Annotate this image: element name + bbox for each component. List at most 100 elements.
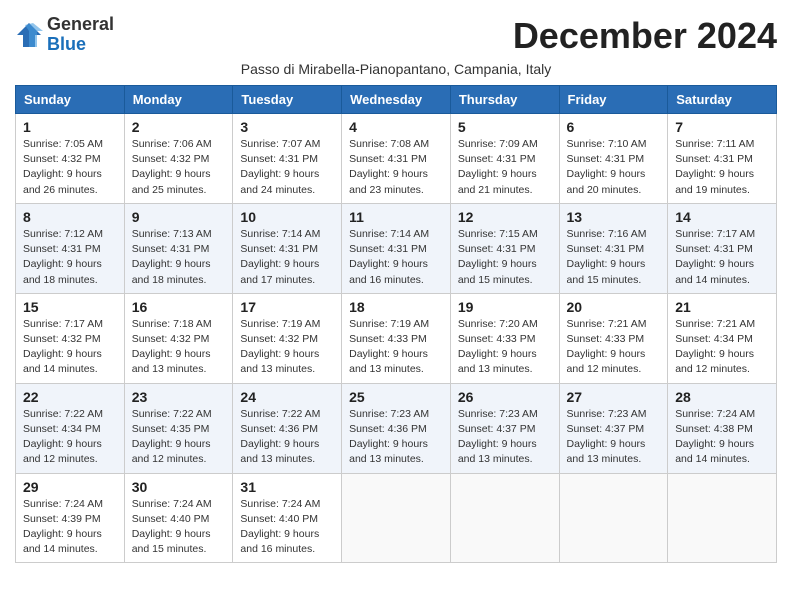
cell-info: Sunrise: 7:22 AMSunset: 4:34 PMDaylight:… (23, 407, 117, 468)
day-number: 12 (458, 209, 552, 225)
calendar-cell: 20Sunrise: 7:21 AMSunset: 4:33 PMDayligh… (559, 293, 668, 383)
day-number: 19 (458, 299, 552, 315)
day-number: 29 (23, 479, 117, 495)
calendar-table: SundayMondayTuesdayWednesdayThursdayFrid… (15, 85, 777, 563)
day-number: 28 (675, 389, 769, 405)
cell-info: Sunrise: 7:06 AMSunset: 4:32 PMDaylight:… (132, 137, 226, 198)
cell-info: Sunrise: 7:24 AMSunset: 4:38 PMDaylight:… (675, 407, 769, 468)
calendar-cell: 17Sunrise: 7:19 AMSunset: 4:32 PMDayligh… (233, 293, 342, 383)
day-number: 8 (23, 209, 117, 225)
day-number: 31 (240, 479, 334, 495)
day-number: 1 (23, 119, 117, 135)
cell-info: Sunrise: 7:23 AMSunset: 4:37 PMDaylight:… (458, 407, 552, 468)
cell-info: Sunrise: 7:18 AMSunset: 4:32 PMDaylight:… (132, 317, 226, 378)
calendar-cell: 5 Sunrise: 7:09 AMSunset: 4:31 PMDaylight… (450, 114, 559, 204)
day-number: 13 (567, 209, 661, 225)
cell-info: Sunrise: 7:17 AMSunset: 4:32 PMDaylight:… (23, 317, 117, 378)
day-number: 9 (132, 209, 226, 225)
calendar-cell: 22Sunrise: 7:22 AMSunset: 4:34 PMDayligh… (16, 383, 125, 473)
day-number: 16 (132, 299, 226, 315)
calendar-cell: 30 Sunrise: 7:24 AMSunset: 4:40 PMDayligh… (124, 473, 233, 563)
cell-info: Sunrise: 7:14 AMSunset: 4:31 PMDaylight:… (349, 227, 443, 288)
calendar-cell: 21 Sunrise: 7:21 AMSunset: 4:34 PMDayligh… (668, 293, 777, 383)
logo-general: General (47, 15, 114, 35)
calendar-body: 1 Sunrise: 7:05 AMSunset: 4:32 PMDaylight… (16, 114, 777, 563)
logo-blue: Blue (47, 35, 114, 55)
cell-info: Sunrise: 7:23 AMSunset: 4:37 PMDaylight:… (567, 407, 661, 468)
calendar-cell: 13 Sunrise: 7:16 AMSunset: 4:31 PMDayligh… (559, 203, 668, 293)
day-number: 5 (458, 119, 552, 135)
day-number: 27 (567, 389, 661, 405)
calendar-cell: 19Sunrise: 7:20 AMSunset: 4:33 PMDayligh… (450, 293, 559, 383)
calendar-cell: 4Sunrise: 7:08 AMSunset: 4:31 PMDaylight… (342, 114, 451, 204)
cell-info: Sunrise: 7:17 AMSunset: 4:31 PMDaylight:… (675, 227, 769, 288)
cell-info: Sunrise: 7:15 AMSunset: 4:31 PMDaylight:… (458, 227, 552, 288)
day-number: 2 (132, 119, 226, 135)
day-number: 11 (349, 209, 443, 225)
subtitle: Passo di Mirabella-Pianopantano, Campani… (15, 61, 777, 77)
calendar-cell: 2 Sunrise: 7:06 AMSunset: 4:32 PMDaylight… (124, 114, 233, 204)
calendar-cell: 23 Sunrise: 7:22 AMSunset: 4:35 PMDayligh… (124, 383, 233, 473)
calendar-cell: 29Sunrise: 7:24 AMSunset: 4:39 PMDayligh… (16, 473, 125, 563)
day-number: 21 (675, 299, 769, 315)
col-header-saturday: Saturday (668, 86, 777, 114)
col-header-tuesday: Tuesday (233, 86, 342, 114)
cell-info: Sunrise: 7:21 AMSunset: 4:34 PMDaylight:… (675, 317, 769, 378)
day-number: 23 (132, 389, 226, 405)
calendar-cell: 18 Sunrise: 7:19 AMSunset: 4:33 PMDayligh… (342, 293, 451, 383)
month-title: December 2024 (513, 15, 777, 57)
calendar-cell: 31Sunrise: 7:24 AMSunset: 4:40 PMDayligh… (233, 473, 342, 563)
day-number: 25 (349, 389, 443, 405)
calendar-cell: 15 Sunrise: 7:17 AMSunset: 4:32 PMDayligh… (16, 293, 125, 383)
logo-text: General Blue (47, 15, 114, 55)
col-header-wednesday: Wednesday (342, 86, 451, 114)
calendar-week-row: 1 Sunrise: 7:05 AMSunset: 4:32 PMDaylight… (16, 114, 777, 204)
calendar-cell: 12 Sunrise: 7:15 AMSunset: 4:31 PMDayligh… (450, 203, 559, 293)
calendar-cell: 14 Sunrise: 7:17 AMSunset: 4:31 PMDayligh… (668, 203, 777, 293)
day-number: 4 (349, 119, 443, 135)
day-number: 6 (567, 119, 661, 135)
calendar-cell (559, 473, 668, 563)
cell-info: Sunrise: 7:19 AMSunset: 4:33 PMDaylight:… (349, 317, 443, 378)
calendar-cell: 9Sunrise: 7:13 AMSunset: 4:31 PMDaylight… (124, 203, 233, 293)
cell-info: Sunrise: 7:16 AMSunset: 4:31 PMDaylight:… (567, 227, 661, 288)
calendar-cell: 8 Sunrise: 7:12 AMSunset: 4:31 PMDaylight… (16, 203, 125, 293)
day-number: 14 (675, 209, 769, 225)
calendar-cell: 3 Sunrise: 7:07 AMSunset: 4:31 PMDaylight… (233, 114, 342, 204)
col-header-thursday: Thursday (450, 86, 559, 114)
logo-icon (15, 21, 43, 49)
calendar-cell: 1 Sunrise: 7:05 AMSunset: 4:32 PMDaylight… (16, 114, 125, 204)
calendar-week-row: 29Sunrise: 7:24 AMSunset: 4:39 PMDayligh… (16, 473, 777, 563)
calendar-cell: 28 Sunrise: 7:24 AMSunset: 4:38 PMDayligh… (668, 383, 777, 473)
cell-info: Sunrise: 7:22 AMSunset: 4:35 PMDaylight:… (132, 407, 226, 468)
calendar-cell: 24Sunrise: 7:22 AMSunset: 4:36 PMDayligh… (233, 383, 342, 473)
day-number: 7 (675, 119, 769, 135)
cell-info: Sunrise: 7:05 AMSunset: 4:32 PMDaylight:… (23, 137, 117, 198)
calendar-week-row: 8 Sunrise: 7:12 AMSunset: 4:31 PMDaylight… (16, 203, 777, 293)
calendar-cell: 6 Sunrise: 7:10 AMSunset: 4:31 PMDaylight… (559, 114, 668, 204)
calendar-cell: 10Sunrise: 7:14 AMSunset: 4:31 PMDayligh… (233, 203, 342, 293)
calendar-cell: 16 Sunrise: 7:18 AMSunset: 4:32 PMDayligh… (124, 293, 233, 383)
calendar-week-row: 15 Sunrise: 7:17 AMSunset: 4:32 PMDayligh… (16, 293, 777, 383)
day-number: 18 (349, 299, 443, 315)
cell-info: Sunrise: 7:07 AMSunset: 4:31 PMDaylight:… (240, 137, 334, 198)
calendar-cell (668, 473, 777, 563)
cell-info: Sunrise: 7:11 AMSunset: 4:31 PMDaylight:… (675, 137, 769, 198)
cell-info: Sunrise: 7:14 AMSunset: 4:31 PMDaylight:… (240, 227, 334, 288)
calendar-cell (342, 473, 451, 563)
cell-info: Sunrise: 7:10 AMSunset: 4:31 PMDaylight:… (567, 137, 661, 198)
day-number: 30 (132, 479, 226, 495)
calendar-cell: 11 Sunrise: 7:14 AMSunset: 4:31 PMDayligh… (342, 203, 451, 293)
calendar-cell: 27 Sunrise: 7:23 AMSunset: 4:37 PMDayligh… (559, 383, 668, 473)
cell-info: Sunrise: 7:12 AMSunset: 4:31 PMDaylight:… (23, 227, 117, 288)
cell-info: Sunrise: 7:24 AMSunset: 4:40 PMDaylight:… (132, 497, 226, 558)
day-number: 15 (23, 299, 117, 315)
calendar-cell: 26Sunrise: 7:23 AMSunset: 4:37 PMDayligh… (450, 383, 559, 473)
col-header-friday: Friday (559, 86, 668, 114)
cell-info: Sunrise: 7:23 AMSunset: 4:36 PMDaylight:… (349, 407, 443, 468)
cell-info: Sunrise: 7:22 AMSunset: 4:36 PMDaylight:… (240, 407, 334, 468)
day-number: 3 (240, 119, 334, 135)
calendar-header-row: SundayMondayTuesdayWednesdayThursdayFrid… (16, 86, 777, 114)
cell-info: Sunrise: 7:21 AMSunset: 4:33 PMDaylight:… (567, 317, 661, 378)
cell-info: Sunrise: 7:09 AMSunset: 4:31 PMDaylight:… (458, 137, 552, 198)
